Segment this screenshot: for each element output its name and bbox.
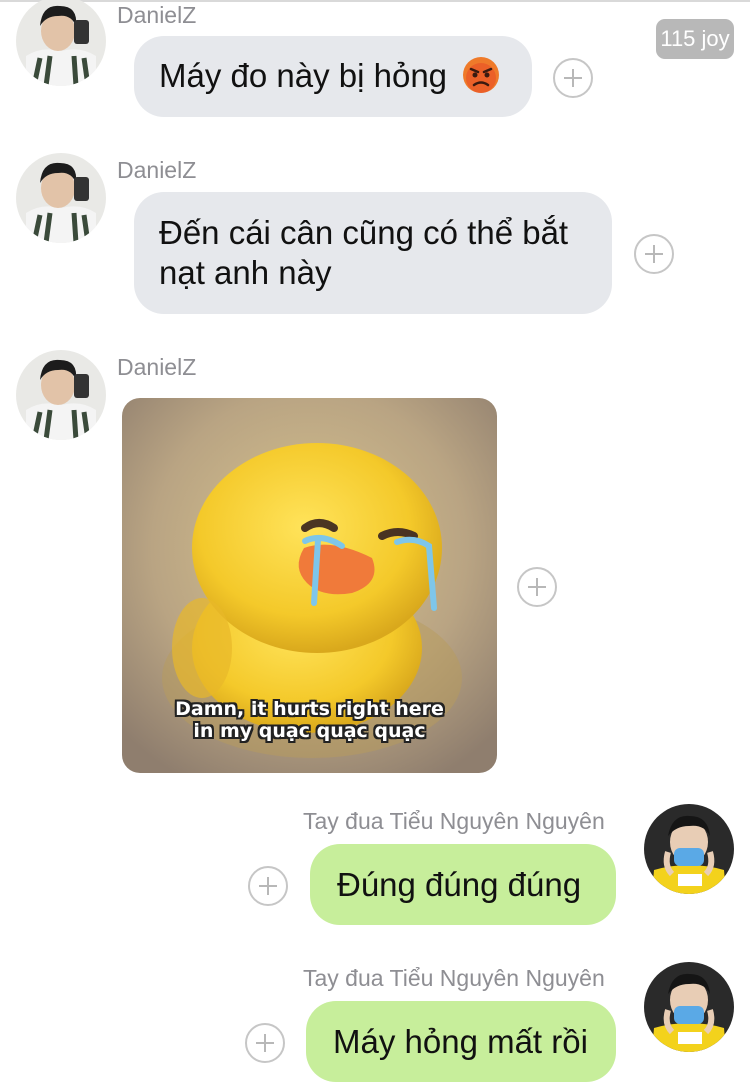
top-divider	[0, 0, 750, 2]
sender-name: DanielZ	[117, 354, 197, 380]
avatar[interactable]	[16, 350, 106, 440]
add-reaction-button[interactable]	[634, 234, 674, 274]
message-bubble[interactable]: Đúng đúng đúng	[310, 844, 616, 925]
add-reaction-button[interactable]	[245, 1023, 285, 1063]
add-reaction-button[interactable]	[517, 567, 557, 607]
message-text: Máy hỏng mất rồi	[333, 1023, 588, 1060]
add-reaction-button[interactable]	[248, 866, 288, 906]
sticker-caption: Damn, it hurts right here in my quạc quạ…	[122, 698, 497, 742]
message-text: Đến cái cân cũng có thể bắt nạt anh này	[159, 214, 569, 291]
sender-name: Tay đua Tiểu Nguyên Nguyên	[303, 965, 605, 991]
duck-sticker[interactable]: Damn, it hurts right here in my quạc quạ…	[122, 398, 497, 773]
avatar[interactable]	[644, 804, 734, 894]
sticker-caption-line-2: in my quạc quạc quạc	[193, 720, 426, 742]
angry-face-icon	[462, 56, 500, 94]
sender-name: DanielZ	[117, 2, 197, 28]
avatar[interactable]	[16, 153, 106, 243]
message-text: Máy đo này bị hỏng	[159, 57, 448, 94]
message-bubble[interactable]: Đến cái cân cũng có thể bắt nạt anh này	[134, 192, 612, 314]
sender-name: DanielZ	[117, 157, 197, 183]
add-reaction-button[interactable]	[553, 58, 593, 98]
message-bubble[interactable]: Máy hỏng mất rồi	[306, 1001, 616, 1082]
reaction-badge[interactable]: 115 joy	[656, 19, 734, 59]
sticker-caption-line-1: Damn, it hurts right here	[175, 698, 444, 720]
sender-name: Tay đua Tiểu Nguyên Nguyên	[303, 808, 605, 834]
avatar[interactable]	[644, 962, 734, 1052]
avatar[interactable]	[16, 0, 106, 86]
message-text: Đúng đúng đúng	[337, 866, 582, 903]
message-bubble[interactable]: Máy đo này bị hỏng	[134, 36, 532, 117]
